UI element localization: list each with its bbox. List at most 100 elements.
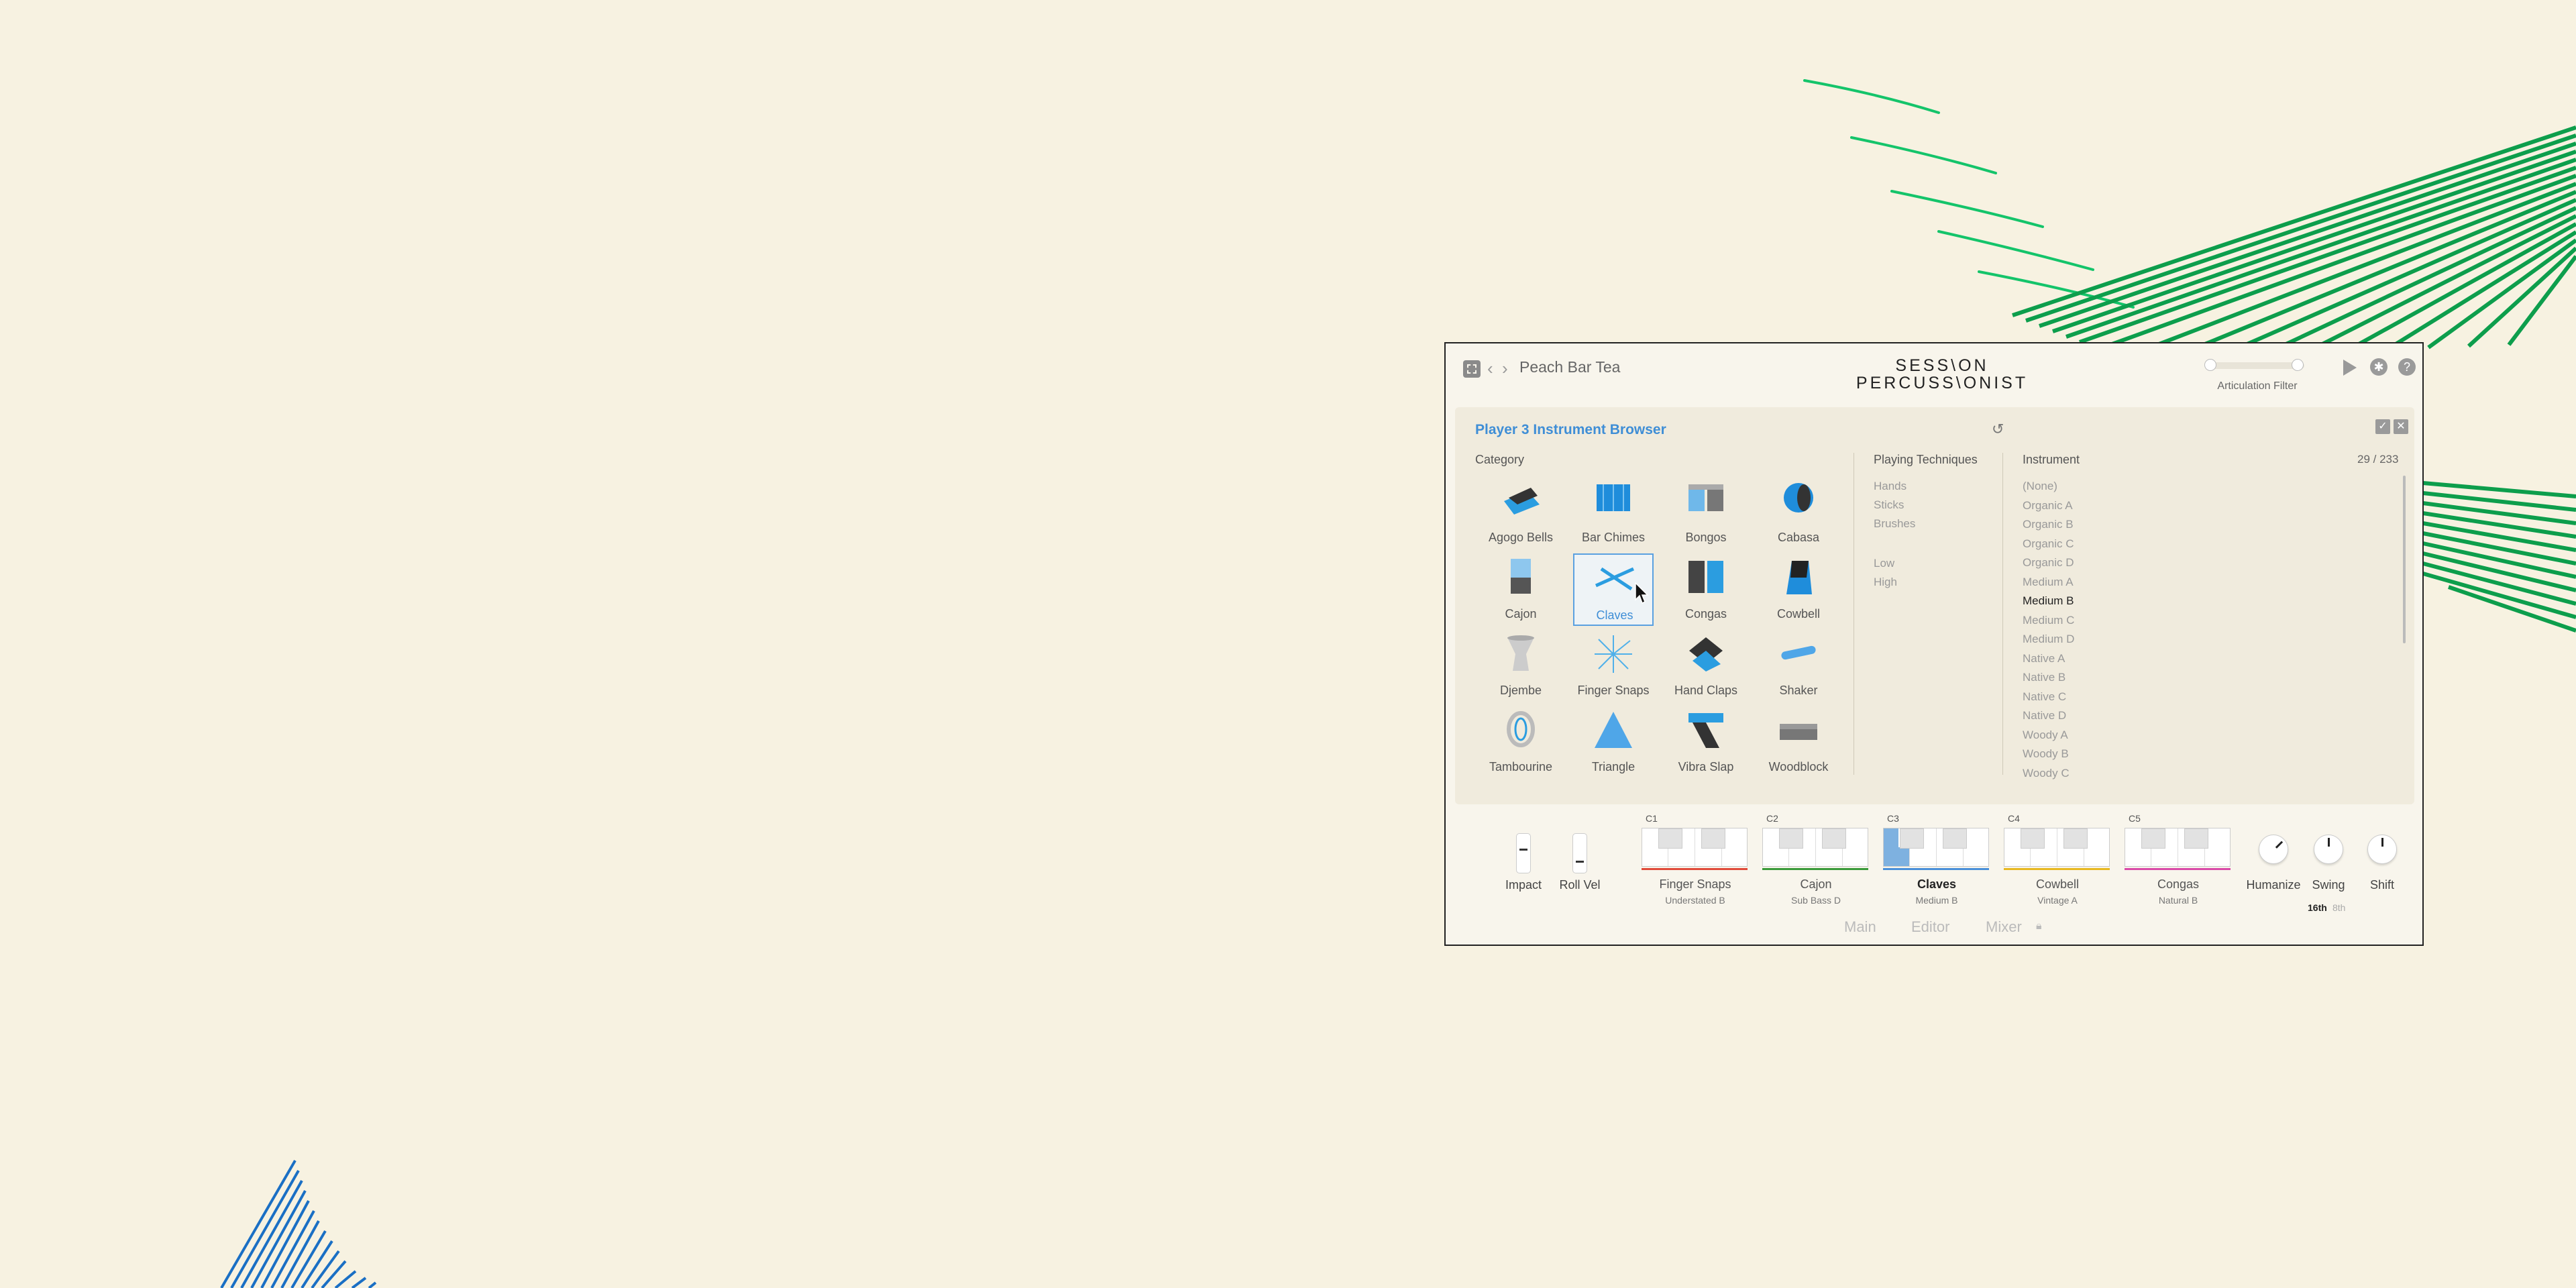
djembe-icon — [1507, 635, 1534, 671]
preset-name[interactable]: Peach Bar Tea — [1519, 358, 1620, 376]
category-label: Shaker — [1779, 684, 1818, 697]
blue-brush-strokes — [220, 1159, 377, 1288]
slot-sub: Vintage A — [2037, 895, 2078, 906]
slot-note: C1 — [1646, 813, 1658, 824]
instrument-slot-c3[interactable]: C3 Claves Medium B — [1883, 813, 1990, 920]
instrument-item[interactable]: Native C — [2023, 690, 2066, 704]
category-label: Finger Snaps — [1577, 684, 1650, 697]
technique-item[interactable]: Brushes — [1874, 517, 1915, 531]
slot-name: Finger Snaps — [1659, 877, 1731, 891]
play-icon[interactable] — [2343, 360, 2357, 376]
instrument-item[interactable]: Medium D — [2023, 633, 2074, 646]
category-congas[interactable]: Congas — [1666, 553, 1746, 626]
category-cajon[interactable]: Cajon — [1481, 553, 1561, 626]
articulation-filter-slider[interactable] — [2204, 359, 2304, 371]
slot-name: Cajon — [1800, 877, 1832, 891]
category-label: Bar Chimes — [1581, 531, 1646, 544]
settings-icon[interactable]: ✱ — [2370, 358, 2387, 376]
confirm-icon[interactable]: ✓ — [2375, 419, 2390, 434]
slot-color-bar — [1762, 868, 1868, 870]
category-hand-claps[interactable]: Hand Claps — [1666, 630, 1746, 702]
close-icon[interactable]: ✕ — [2394, 419, 2408, 434]
preset-next-icon[interactable]: › — [1502, 358, 1508, 379]
slot-color-bar — [1642, 868, 1748, 870]
articulation-filter-high-handle[interactable] — [2292, 359, 2304, 371]
agogo-bells-icon — [1504, 488, 1540, 515]
tab-main[interactable]: Main — [1844, 918, 1876, 936]
session-percussionist-window: ‹ › Peach Bar Tea SESS\ON PERCUSS\ONIST … — [1444, 342, 2424, 946]
slot-name: Congas — [2157, 877, 2200, 891]
slot-note: C2 — [1766, 813, 1778, 824]
category-triangle[interactable]: Triangle — [1573, 706, 1654, 779]
slot-color-bar — [2125, 868, 2231, 870]
category-vibra-slap[interactable]: Vibra Slap — [1666, 706, 1746, 779]
category-label: Djembe — [1499, 684, 1542, 697]
vibra-slap-icon — [1688, 713, 1723, 748]
category-heading: Category — [1475, 453, 1525, 466]
category-agogo-bells[interactable]: Agogo Bells — [1481, 477, 1561, 549]
instrument-item[interactable]: Medium C — [2023, 614, 2074, 627]
category-woodblock[interactable]: Woodblock — [1758, 706, 1839, 779]
category-tambourine[interactable]: Tambourine — [1481, 706, 1561, 779]
brand-line-2: PERCUSS\ONIST — [1856, 374, 2029, 392]
slot-note: C3 — [1887, 813, 1899, 824]
category-cabasa[interactable]: Cabasa — [1758, 477, 1839, 549]
roll-velocity-slider[interactable] — [1572, 833, 1587, 873]
slot-name: Cowbell — [2035, 877, 2080, 891]
instrument-item[interactable]: Organic B — [2023, 518, 2074, 531]
instrument-item[interactable]: Native D — [2023, 709, 2066, 722]
instrument-item[interactable]: Organic C — [2023, 537, 2074, 551]
instrument-item-selected[interactable]: Medium B — [2023, 594, 2074, 608]
technique-item[interactable]: Hands — [1874, 480, 1907, 493]
tab-mixer[interactable]: Mixer — [1986, 918, 2022, 936]
category-label: Cajon — [1505, 607, 1537, 621]
instrument-item[interactable]: Organic D — [2023, 556, 2074, 570]
pitch-item[interactable]: High — [1874, 576, 1897, 589]
category-finger-snaps[interactable]: Finger Snaps — [1573, 630, 1654, 702]
shift-label: Shift — [2369, 878, 2395, 892]
brand-logo: SESS\ON PERCUSS\ONIST — [1848, 357, 2036, 392]
instrument-item[interactable]: Medium A — [2023, 576, 2074, 589]
instrument-list-scrollbar[interactable] — [2403, 476, 2406, 643]
cowbell-icon — [1786, 561, 1812, 594]
instrument-item[interactable]: Woody B — [2023, 747, 2069, 761]
category-shaker[interactable]: Shaker — [1758, 630, 1839, 702]
instrument-item[interactable]: Woody A — [2023, 729, 2068, 742]
tab-editor[interactable]: Editor — [1911, 918, 1949, 936]
articulation-filter-low-handle[interactable] — [2204, 359, 2216, 371]
technique-item[interactable]: Sticks — [1874, 498, 1904, 512]
pitch-item[interactable]: Low — [1874, 557, 1894, 570]
instrument-item[interactable]: (None) — [2023, 480, 2057, 493]
lock-icon[interactable]: 🔒︎ — [2036, 920, 2042, 932]
column-divider — [2002, 453, 2003, 775]
impact-slider[interactable] — [1516, 833, 1531, 873]
humanize-knob[interactable] — [2259, 835, 2288, 864]
instrument-slot-c4[interactable]: C4 Cowbell Vintage A — [2004, 813, 2111, 920]
swing-16th-option[interactable]: 16th — [2308, 902, 2327, 913]
instrument-item[interactable]: Native B — [2023, 671, 2065, 684]
category-djembe[interactable]: Djembe — [1481, 630, 1561, 702]
instrument-slot-c5[interactable]: C5 Congas Natural B — [2125, 813, 2232, 920]
reset-icon[interactable]: ↺ — [1992, 421, 2004, 438]
instrument-heading: Instrument — [2023, 453, 2080, 466]
category-label: Vibra Slap — [1678, 760, 1734, 773]
slot-keyboard — [2125, 828, 2231, 867]
swing-8th-option[interactable]: 8th — [2332, 902, 2345, 913]
instrument-slot-c1[interactable]: C1 Finger Snaps Understated B — [1642, 813, 1749, 920]
slot-keyboard — [1883, 828, 1989, 867]
instrument-item[interactable]: Woody C — [2023, 767, 2070, 780]
finger-snaps-icon — [1595, 635, 1632, 673]
bongos-icon — [1688, 484, 1723, 511]
preset-prev-icon[interactable]: ‹ — [1487, 358, 1493, 379]
help-icon[interactable]: ? — [2398, 358, 2416, 376]
instrument-item[interactable]: Organic A — [2023, 499, 2073, 513]
shift-knob[interactable] — [2367, 835, 2397, 864]
category-bongos[interactable]: Bongos — [1666, 477, 1746, 549]
plugin-menu-icon[interactable] — [1463, 360, 1481, 378]
hand-claps-icon — [1689, 637, 1723, 672]
instrument-slot-c2[interactable]: C2 Cajon Sub Bass D — [1762, 813, 1870, 920]
instrument-item[interactable]: Native A — [2023, 652, 2065, 665]
category-cowbell[interactable]: Cowbell — [1758, 553, 1839, 626]
swing-knob[interactable] — [2314, 835, 2343, 864]
category-bar-chimes[interactable]: Bar Chimes — [1573, 477, 1654, 549]
